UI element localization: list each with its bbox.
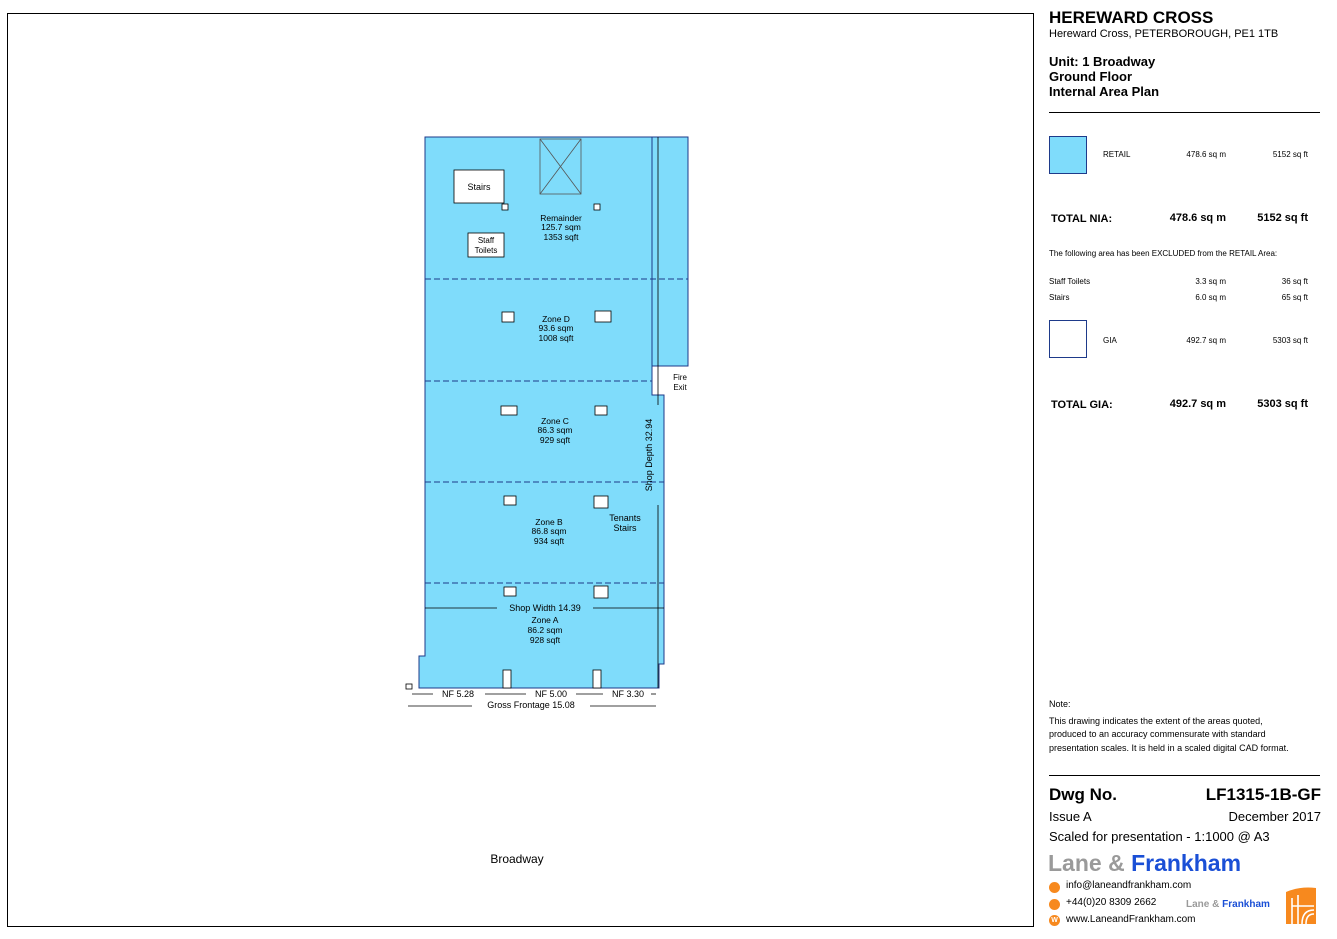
note-line: This drawing indicates the extent of the… — [1049, 715, 1263, 726]
retail-swatch — [1049, 136, 1087, 174]
total-nia-sqm: 478.6 sq m — [1169, 212, 1226, 224]
zone-sqm: 86.3 sqm — [538, 425, 573, 435]
note-line: produced to an accuracy commensurate wit… — [1049, 729, 1266, 739]
brand-name-part2: Frankham — [1131, 850, 1242, 876]
stairs-label: Stairs — [467, 182, 491, 192]
note-block: Note: This drawing indicates the extent … — [1049, 698, 1324, 755]
zone-sqm: 86.8 sqm — [532, 526, 567, 536]
zone-name: Zone A — [532, 615, 559, 625]
nf-label-3: NF 3.30 — [612, 689, 644, 699]
excluded-label: Stairs — [1049, 293, 1070, 302]
nf-label-2: NF 5.00 — [535, 689, 567, 699]
small-brand-part2: Frankham — [1222, 899, 1270, 910]
dwg-number: LF1315-1B-GF — [1205, 785, 1321, 804]
staff-toilets-label-1: Staff — [478, 236, 495, 245]
note-line: presentation scales. It is held in a sca… — [1049, 742, 1289, 753]
unit-line: Unit: 1 Broadway — [1049, 54, 1156, 69]
small-logo-text: Lane & Frankham — [1186, 899, 1270, 910]
total-gia-sqm: 492.7 sq m — [1169, 398, 1226, 410]
brand-ampersand: & — [1108, 850, 1125, 876]
zone-c: Zone C 86.3 sqm 929 sqft — [538, 416, 573, 445]
tenants-stairs-label-1: Tenants — [609, 513, 641, 523]
floor-line: Ground Floor — [1049, 69, 1133, 84]
frontage-marker — [405, 683, 413, 690]
phone-icon — [1049, 899, 1060, 910]
company-logo-text: Lane & Frankham — [1048, 850, 1241, 877]
zone-b: Zone B 86.8 sqm 934 sqft — [532, 517, 567, 546]
street-label: Broadway — [490, 852, 543, 866]
small-brand-part1: Lane — [1186, 899, 1210, 910]
web-icon: W — [1049, 915, 1060, 926]
gia-label: GIA — [1103, 336, 1117, 345]
issue-label: Issue A — [1049, 809, 1092, 824]
tenants-stairs-label-2: Stairs — [613, 523, 637, 533]
staff-toilets-label-2: Toilets — [475, 246, 498, 255]
total-nia-label: TOTAL NIA: — [1051, 213, 1113, 225]
divider — [1049, 112, 1320, 113]
shop-depth-label: Shop Depth 32.94 — [644, 419, 654, 492]
contact-email[interactable]: info@laneandfrankham.com — [1066, 880, 1191, 891]
site-address: Hereward Cross, PETERBOROUGH, PE1 1TB — [1049, 28, 1279, 40]
zone-sqft: 1353 sqft — [544, 232, 580, 242]
email-icon — [1049, 882, 1060, 893]
gia-sqft: 5303 sq ft — [1272, 336, 1308, 345]
floor-plan: Stairs Staff Toilets Fire Exit Tenants S… — [405, 136, 689, 866]
total-gia-label: TOTAL GIA: — [1051, 399, 1113, 411]
divider — [1049, 775, 1320, 776]
excluded-sqm: 3.3 sq m — [1195, 277, 1226, 286]
gia-swatch — [1049, 320, 1087, 358]
excluded-sqm: 6.0 sq m — [1195, 293, 1226, 302]
zone-sqft: 934 sqft — [534, 536, 565, 546]
contact-website[interactable]: www.LaneandFrankham.com — [1066, 914, 1196, 925]
building-logo-icon — [1286, 887, 1316, 925]
drawing-date: December 2017 — [1228, 809, 1322, 824]
retail-sqm: 478.6 sq m — [1186, 150, 1226, 159]
excluded-sqft: 36 sq ft — [1281, 277, 1308, 286]
fire-exit-label-1: Fire — [673, 373, 687, 382]
zone-d: Zone D 93.6 sqm 1008 sqft — [539, 314, 575, 343]
zone-sqm: 125.7 sqm — [541, 222, 581, 232]
excluded-note: The following area has been EXCLUDED fro… — [1049, 249, 1278, 258]
retail-label: RETAIL — [1103, 150, 1131, 159]
fire-exit-label-2: Exit — [673, 383, 687, 392]
excluded-label: Staff Toilets — [1049, 277, 1091, 286]
plan-type-line: Internal Area Plan — [1049, 84, 1160, 99]
site-title: HEREWARD CROSS — [1049, 8, 1214, 27]
gross-frontage-label: Gross Frontage 15.08 — [487, 700, 575, 710]
dwg-label: Dwg No. — [1049, 785, 1117, 804]
small-brand-ampersand: & — [1212, 899, 1220, 910]
total-nia-sqft: 5152 sq ft — [1257, 212, 1308, 224]
zone-a: Zone A 86.2 sqm 928 sqft — [528, 615, 563, 645]
brand-name-part1: Lane — [1048, 850, 1102, 876]
contact-phone[interactable]: +44(0)20 8309 2662 — [1066, 897, 1156, 908]
zone-sqm: 86.2 sqm — [528, 625, 563, 635]
nf-label-1: NF 5.28 — [442, 689, 474, 699]
note-heading: Note: — [1049, 699, 1071, 709]
excluded-sqft: 65 sq ft — [1281, 293, 1308, 302]
retail-sqft: 5152 sq ft — [1272, 150, 1308, 159]
zone-sqft: 929 sqft — [540, 435, 571, 445]
shop-width-label: Shop Width 14.39 — [509, 603, 581, 613]
zone-sqft: 928 sqft — [530, 635, 561, 645]
zone-remainder: Remainder 125.7 sqm 1353 sqft — [540, 213, 582, 242]
zone-sqm: 93.6 sqm — [539, 323, 574, 333]
total-gia-sqft: 5303 sq ft — [1257, 398, 1308, 410]
title-block: HEREWARD CROSS Hereward Cross, PETERBORO… — [1049, 8, 1321, 99]
gia-sqm: 492.7 sq m — [1186, 336, 1226, 345]
zone-sqft: 1008 sqft — [539, 333, 575, 343]
scale-label: Scaled for presentation - 1:1000 @ A3 — [1049, 829, 1270, 844]
